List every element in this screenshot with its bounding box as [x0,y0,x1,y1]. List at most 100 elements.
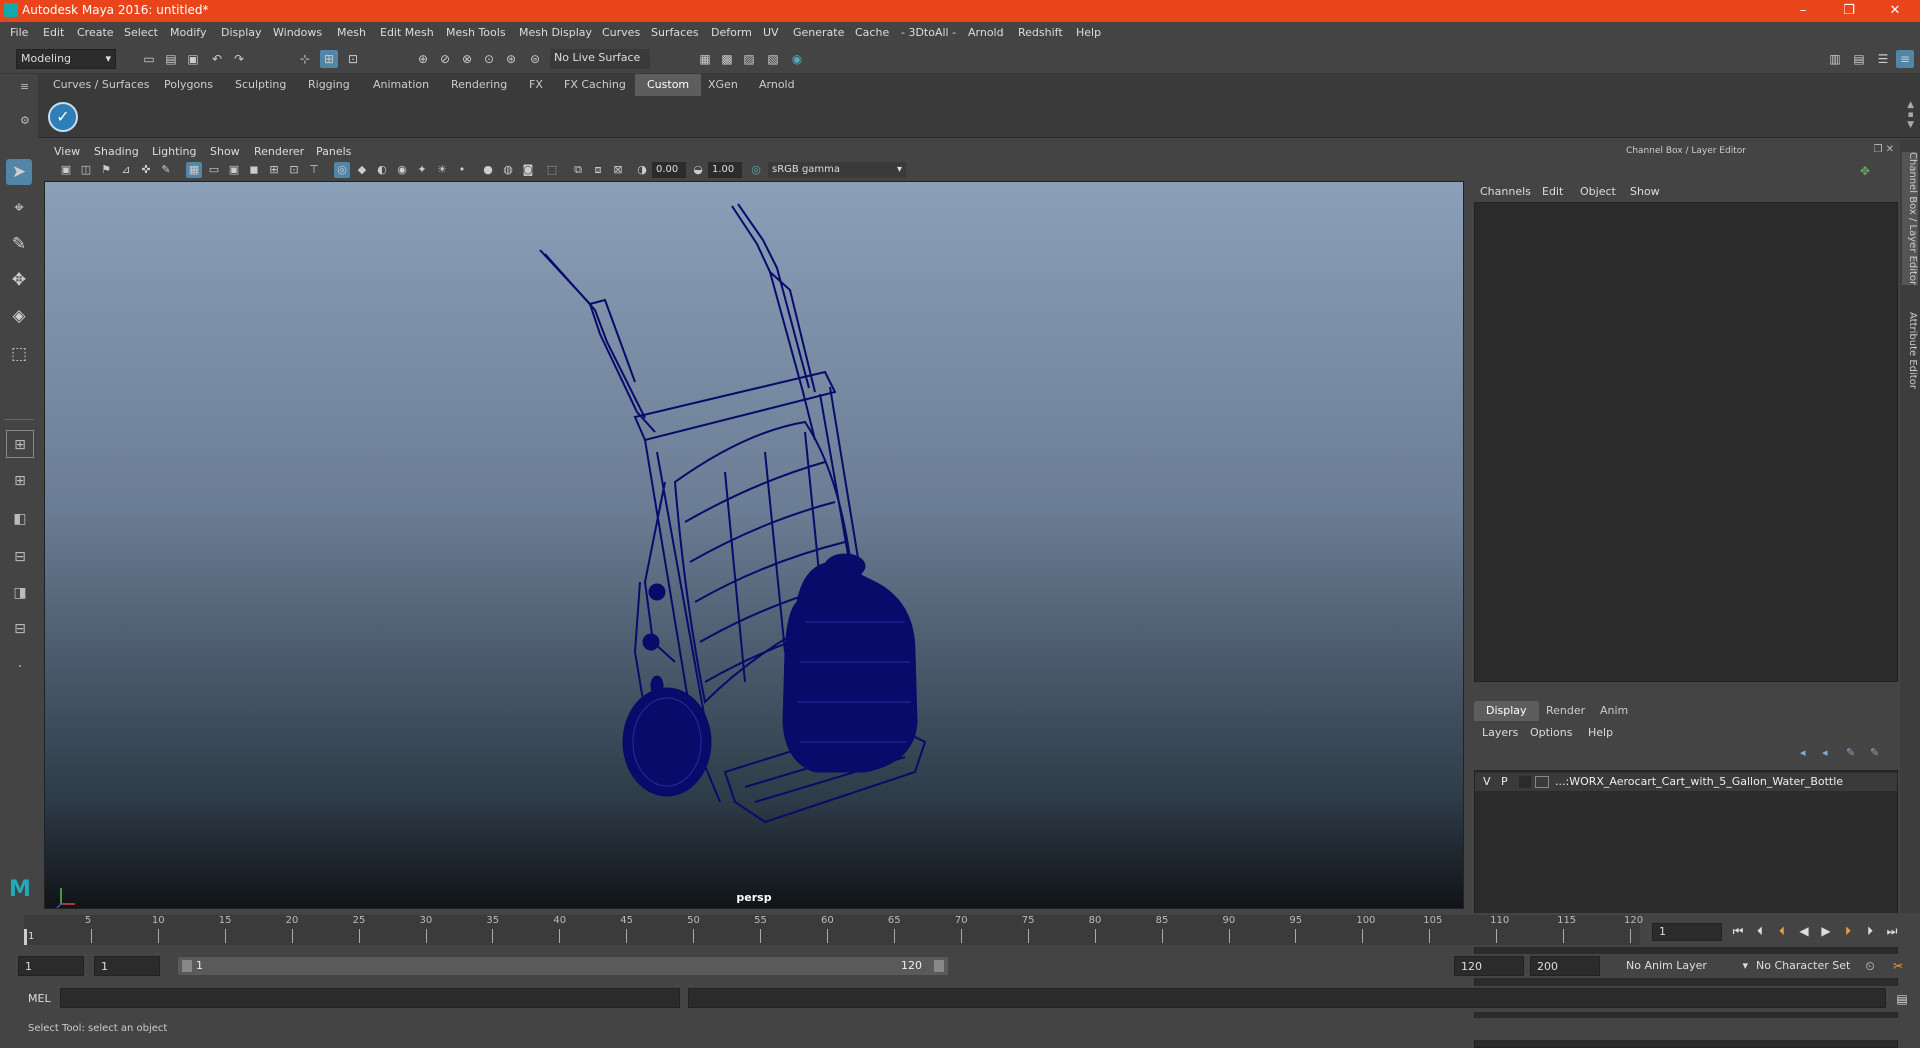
manipulator-icon[interactable]: ✥ [1860,164,1870,178]
panel-menu-panels[interactable]: Panels [316,145,351,158]
play-backwards-icon[interactable]: ◀ [1796,923,1812,939]
undo-icon[interactable]: ↶ [208,50,226,68]
layer-move-down-icon[interactable]: ◂ [1822,746,1828,759]
menu-select[interactable]: Select [124,26,158,39]
snap-point-icon[interactable]: ⊗ [458,50,476,68]
snap-grid-icon[interactable]: ⊕ [414,50,432,68]
layer-color-swatch[interactable] [1519,776,1531,788]
menu-edit-mesh[interactable]: Edit Mesh [380,26,434,39]
channel-box-toggle-icon[interactable]: ≡ [1896,50,1914,68]
step-back-frame-icon[interactable]: ⏴ [1752,923,1768,939]
grid-icon[interactable]: ▦ [186,162,202,178]
step-back-key-icon[interactable]: ⏴ [1774,923,1790,939]
menu-create[interactable]: Create [77,26,114,39]
playback-start-field[interactable]: 1 [94,956,160,976]
animation-start-field[interactable]: 1 [18,956,84,976]
field-chart-icon[interactable]: ⊞ [266,162,282,178]
snap-curve-icon[interactable]: ⊘ [436,50,454,68]
menu-deform[interactable]: Deform [711,26,752,39]
snap-surface-icon[interactable]: ⊛ [502,50,520,68]
camera-attributes-icon[interactable]: ◫ [78,162,94,178]
scale-tool-icon[interactable]: ⬚ [6,341,32,367]
shelf-tab-animation[interactable]: Animation [361,74,441,96]
character-set-dropdown[interactable]: No Character Set [1750,956,1860,976]
menu-file[interactable]: File [10,26,28,39]
film-gate-icon[interactable]: ▭ [206,162,222,178]
animation-prefs-icon[interactable]: ✂ [1890,958,1906,974]
gamma-icon[interactable]: ◒ [690,162,706,178]
2d-pan-zoom-icon[interactable]: ✜ [138,162,154,178]
image-plane-icon[interactable]: ⊿ [118,162,134,178]
xray-joints-icon[interactable]: ⧈ [590,162,606,178]
channel-object-menu[interactable]: Object [1580,185,1616,198]
shadows-icon[interactable]: ☀ [434,162,450,178]
color-management-icon[interactable]: ◎ [748,162,764,178]
render-view-icon[interactable]: ▦ [696,50,714,68]
multisample-aa-icon[interactable]: ◍ [500,162,516,178]
menu-cache[interactable]: Cache [855,26,889,39]
open-scene-icon[interactable]: ▤ [162,50,180,68]
restore-button[interactable]: ❐ [1826,0,1872,22]
two-pane-layout-icon[interactable]: ◧ [6,505,34,533]
shelf-tab-polygons[interactable]: Polygons [152,74,225,96]
move-tool-icon[interactable]: ✥ [6,267,32,293]
layer-tab-anim[interactable]: Anim [1588,701,1640,721]
menu-3dtoall[interactable]: - 3DtoAll - [901,26,956,39]
new-scene-icon[interactable]: ▭ [140,50,158,68]
snap-view-icon[interactable]: ⊙ [480,50,498,68]
channel-box-area[interactable] [1474,202,1898,682]
layers-menu[interactable]: Layers [1482,726,1518,739]
menu-uv[interactable]: UV [763,26,779,39]
shelf-tab-curves-surfaces[interactable]: Curves / Surfaces [41,74,162,96]
viewport-persp[interactable]: persp [44,181,1464,909]
panel-float-close-icon[interactable]: ❐ ✕ [1873,144,1894,155]
close-button[interactable]: ✕ [1872,0,1918,22]
paint-select-tool-icon[interactable]: ✎ [6,231,32,257]
shelf-scroll-icon[interactable]: ▲ ▪ ▼ [1907,100,1914,130]
exposure-field[interactable]: 0.00 [652,162,686,178]
select-hierarchy-icon[interactable]: ⊹ [296,50,314,68]
menu-generate[interactable]: Generate [793,26,844,39]
layer-type-icon[interactable] [1535,776,1549,788]
exposure-icon[interactable]: ◑ [634,162,650,178]
render-frame-icon[interactable]: ▩ [718,50,736,68]
script-editor-icon[interactable]: ▤ [1894,991,1910,1007]
go-to-end-icon[interactable]: ⏭ [1884,923,1900,939]
step-forward-frame-icon[interactable]: ⏵ [1862,923,1878,939]
depth-of-field-icon[interactable]: ◙ [520,162,536,178]
layer-options-menu[interactable]: Options [1530,726,1572,739]
step-forward-key-icon[interactable]: ⏵ [1840,923,1856,939]
layer-row[interactable]: V P ...:WORX_Aerocart_Cart_with_5_Gallon… [1475,773,1897,791]
shelf-tab-fx[interactable]: FX [517,74,555,96]
auto-key-icon[interactable]: ⏲ [1862,958,1878,974]
shelf-tab-custom[interactable]: Custom [635,74,702,96]
ipr-render-icon[interactable]: ▨ [740,50,758,68]
select-tool-icon[interactable]: ➤ [6,159,32,185]
layer-visibility-toggle[interactable]: V [1483,773,1491,791]
layout-icon[interactable]: ▤ [1850,50,1868,68]
layer-move-up-icon[interactable]: ◂ [1800,746,1806,759]
menu-mesh[interactable]: Mesh [337,26,366,39]
textured-icon[interactable]: ◉ [394,162,410,178]
current-time-marker[interactable] [24,929,27,945]
panel-menu-renderer[interactable]: Renderer [254,145,304,158]
side-tab-channel-box[interactable]: Channel Box / Layer Editor [1902,152,1918,286]
isolate-select-icon[interactable]: ⬚ [544,162,560,178]
menu-redshift[interactable]: Redshift [1018,26,1063,39]
xray-icon[interactable]: ⧉ [570,162,586,178]
anim-layer-dropdown[interactable]: No Anim Layer ▾ [1620,956,1748,976]
bookmark-icon[interactable]: ⚑ [98,162,114,178]
menu-surfaces[interactable]: Surfaces [651,26,699,39]
wireframe-icon[interactable]: ◎ [334,162,350,178]
grease-pencil-icon[interactable]: ✎ [158,162,174,178]
checkmark-icon[interactable]: ✓ [48,102,78,132]
menu-windows[interactable]: Windows [273,26,322,39]
resolution-gate-icon[interactable]: ▣ [226,162,242,178]
shelf-tab-arnold[interactable]: Arnold [747,74,807,96]
layer-playback-toggle[interactable]: P [1501,773,1508,791]
live-surface-field[interactable]: No Live Surface [550,49,650,69]
persp-outliner-graph-layout-icon[interactable]: ⊟ [6,615,34,643]
persp-graph-layout-icon[interactable]: ⊟ [6,543,34,571]
menu-arnold[interactable]: Arnold [968,26,1004,39]
channels-menu[interactable]: Channels [1480,185,1531,198]
